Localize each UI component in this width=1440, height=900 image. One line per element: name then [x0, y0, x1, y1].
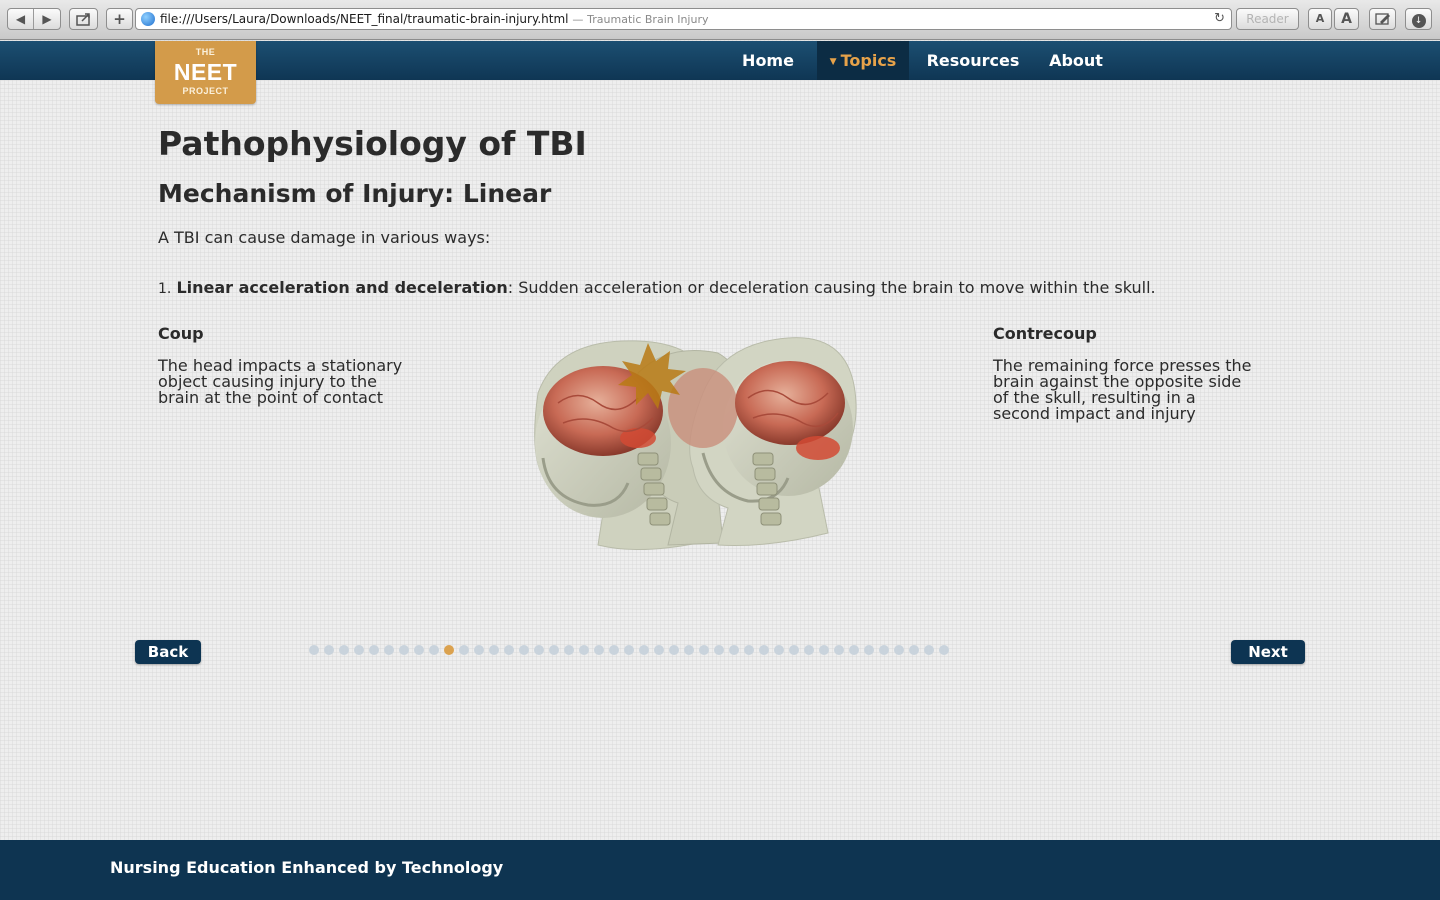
title-separator: —	[572, 13, 584, 26]
downloads-button[interactable]: ↓	[1405, 8, 1432, 30]
page-dot[interactable]	[564, 645, 574, 655]
point-number: 1.	[158, 281, 172, 297]
nav-resources[interactable]: Resources	[921, 41, 1025, 80]
next-button[interactable]: Next	[1231, 640, 1305, 664]
logo-the: THE	[195, 47, 216, 57]
page-dot[interactable]	[849, 645, 859, 655]
neet-logo[interactable]: THE NEET PROJECT	[155, 41, 256, 104]
share-icon	[75, 13, 90, 26]
nav-about[interactable]: About	[1040, 41, 1112, 80]
caret-down-icon: ▼	[829, 57, 837, 67]
reload-icon[interactable]: ↻	[1214, 9, 1225, 29]
page-dot[interactable]	[699, 645, 709, 655]
page-dot[interactable]	[939, 645, 949, 655]
footer-tagline: Nursing Education Enhanced by Technology	[110, 858, 504, 877]
page-title-text: Traumatic Brain Injury	[587, 13, 709, 26]
page-dot[interactable]	[774, 645, 784, 655]
page-dot[interactable]	[519, 645, 529, 655]
page-dot-current[interactable]	[444, 645, 454, 655]
page-dot[interactable]	[669, 645, 679, 655]
edit-button[interactable]	[1369, 8, 1396, 30]
mechanism-point: 1. Linear acceleration and deceleration:…	[158, 278, 1156, 297]
page-dot[interactable]	[879, 645, 889, 655]
page-dot[interactable]	[864, 645, 874, 655]
address-bar[interactable]: file:///Users/Laura/Downloads/NEET_final…	[135, 8, 1232, 30]
page-dot[interactable]	[339, 645, 349, 655]
page-dot[interactable]	[759, 645, 769, 655]
page-dot[interactable]	[744, 645, 754, 655]
history-nav-group: ◀ ▶	[7, 8, 61, 30]
coup-description: The head impacts a stationary object cau…	[158, 356, 403, 407]
page-dot[interactable]	[894, 645, 904, 655]
contrecoup-injury-spot	[796, 436, 840, 460]
share-button[interactable]	[69, 8, 98, 30]
page-dot[interactable]	[309, 645, 319, 655]
page-dot[interactable]	[504, 645, 514, 655]
page-dot[interactable]	[624, 645, 634, 655]
forward-arrow-icon[interactable]: ▶	[34, 9, 60, 29]
brain-right	[735, 361, 845, 445]
pencil-icon	[1374, 13, 1390, 25]
page-dot[interactable]	[414, 645, 424, 655]
page-dot[interactable]	[399, 645, 409, 655]
coup-title: Coup	[158, 324, 204, 343]
page-dot[interactable]	[714, 645, 724, 655]
reader-button[interactable]: Reader	[1236, 8, 1299, 30]
page-dot[interactable]	[429, 645, 439, 655]
page-dot[interactable]	[579, 645, 589, 655]
contrecoup-title: Contrecoup	[993, 324, 1097, 343]
page-dot[interactable]	[534, 645, 544, 655]
page-dot[interactable]	[324, 645, 334, 655]
page-dot[interactable]	[909, 645, 919, 655]
page-dot[interactable]	[609, 645, 619, 655]
page-dot[interactable]	[549, 645, 559, 655]
add-bookmark-button[interactable]: +	[106, 8, 133, 30]
logo-project: PROJECT	[182, 86, 229, 96]
page-dot[interactable]	[924, 645, 934, 655]
page-dot[interactable]	[819, 645, 829, 655]
back-arrow-icon[interactable]: ◀	[8, 9, 34, 29]
globe-icon	[141, 12, 155, 26]
contrecoup-description: The remaining force presses the brain ag…	[993, 356, 1252, 423]
page-dot[interactable]	[474, 645, 484, 655]
brain-middle	[668, 368, 738, 448]
page-dot[interactable]	[654, 645, 664, 655]
back-button[interactable]: Back	[135, 640, 201, 664]
page-dot[interactable]	[684, 645, 694, 655]
point-term: Linear acceleration and deceleration	[176, 278, 508, 297]
download-icon: ↓	[1411, 14, 1426, 28]
page-dot[interactable]	[789, 645, 799, 655]
page-dot[interactable]	[594, 645, 604, 655]
page-title: Pathophysiology of TBI	[158, 124, 587, 163]
page-dot[interactable]	[639, 645, 649, 655]
page-dot[interactable]	[834, 645, 844, 655]
url-text: file:///Users/Laura/Downloads/NEET_final…	[160, 12, 569, 26]
nav-home[interactable]: Home	[730, 41, 806, 80]
page-dot[interactable]	[729, 645, 739, 655]
site-footer: Nursing Education Enhanced by Technology	[0, 840, 1440, 900]
browser-toolbar: ◀ ▶ + file:///Users/Laura/Downloads/NEET_…	[0, 0, 1440, 40]
page-dot[interactable]	[459, 645, 469, 655]
decrease-font-button[interactable]: A	[1308, 8, 1332, 30]
page-dot[interactable]	[354, 645, 364, 655]
page-progress-dots	[309, 645, 954, 655]
nav-topics[interactable]: ▼ Topics	[817, 41, 909, 80]
intro-text: A TBI can cause damage in various ways:	[158, 228, 491, 247]
point-description: : Sudden acceleration or deceleration ca…	[507, 278, 1156, 297]
page-dot[interactable]	[804, 645, 814, 655]
section-subtitle: Mechanism of Injury: Linear	[158, 179, 552, 208]
page-dot[interactable]	[384, 645, 394, 655]
page-dot[interactable]	[489, 645, 499, 655]
nav-topics-label: Topics	[840, 51, 897, 70]
logo-neet: NEET	[173, 59, 238, 85]
coup-contrecoup-illustration	[534, 337, 857, 551]
page-dot[interactable]	[369, 645, 379, 655]
increase-font-button[interactable]: A	[1334, 8, 1359, 30]
